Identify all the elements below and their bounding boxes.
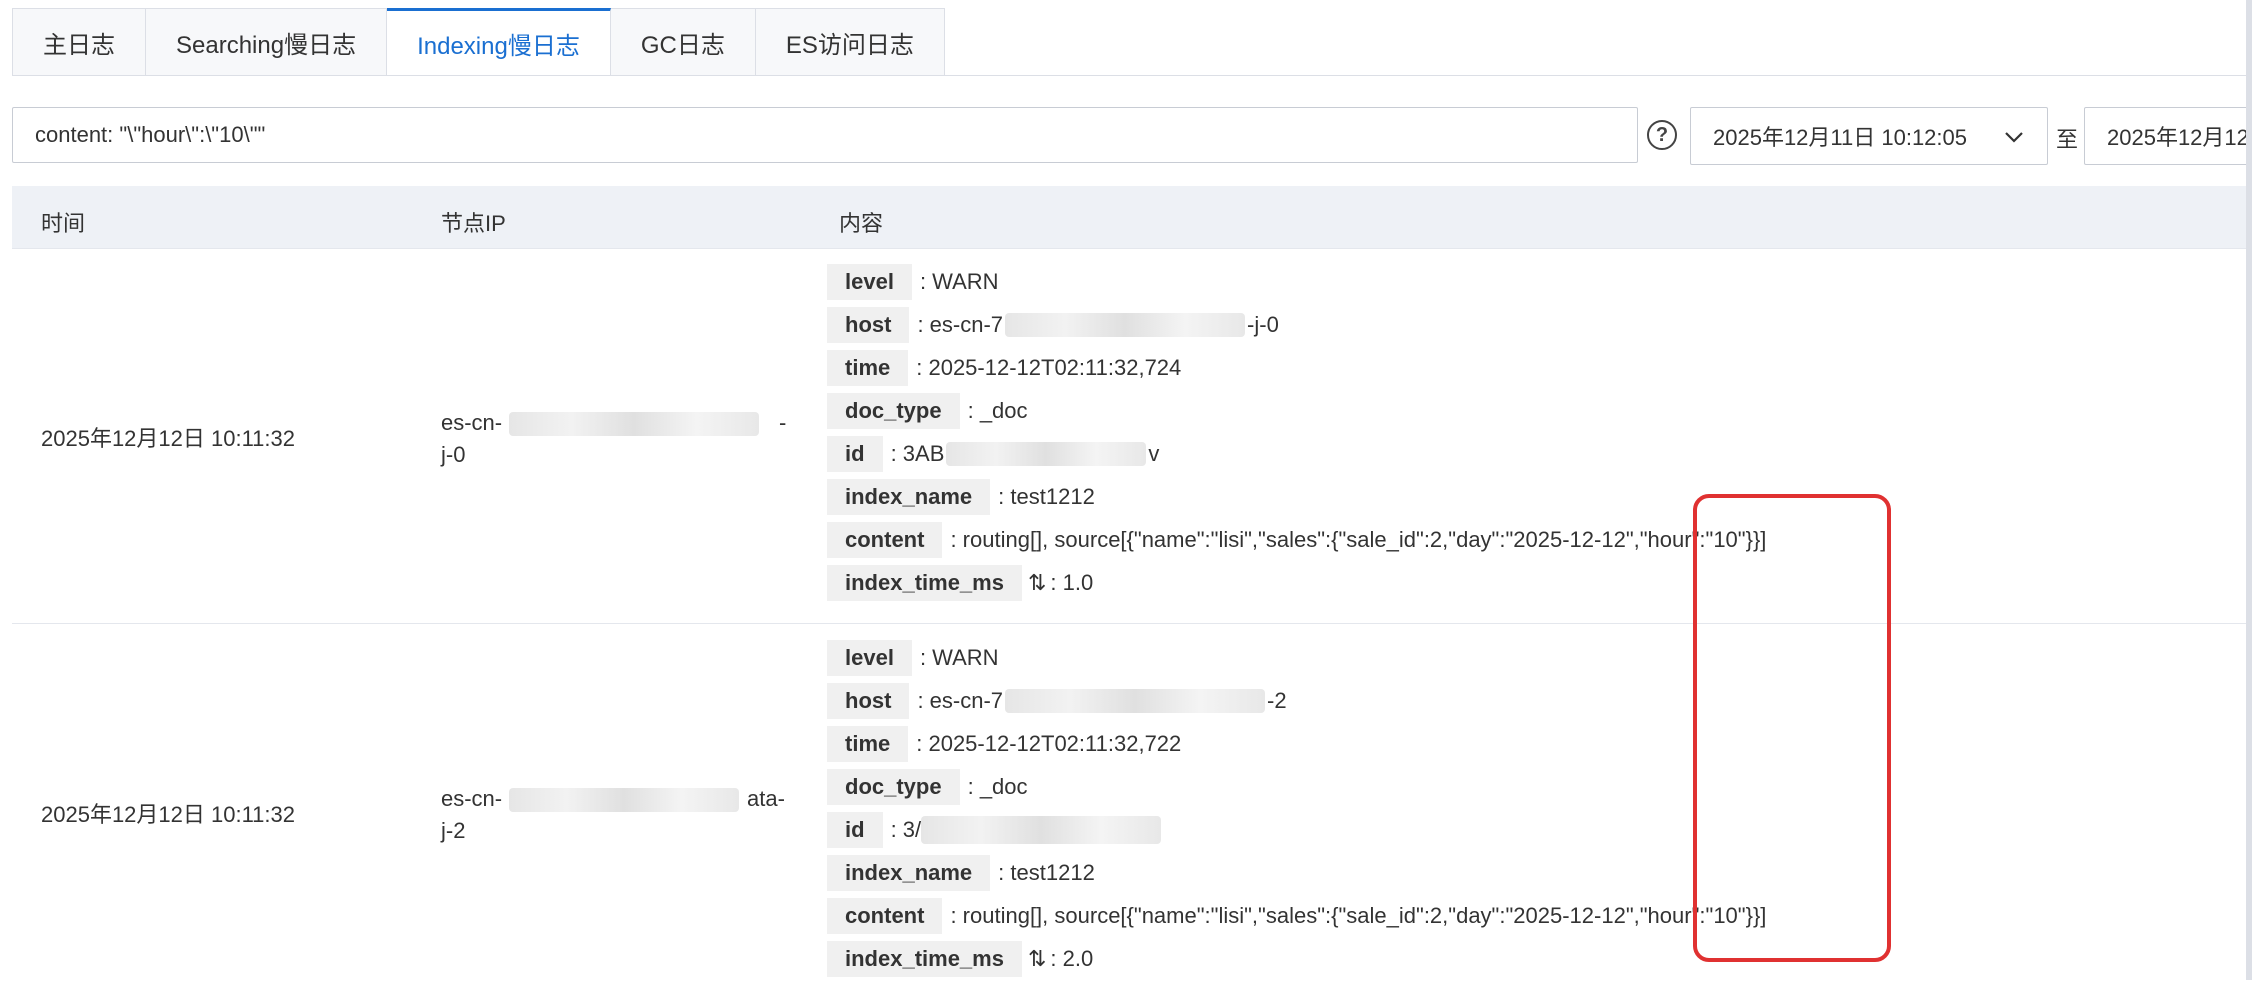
- redacted-area: [509, 412, 759, 436]
- row-node-ip: es-cn- ata- j-2: [441, 783, 801, 847]
- sort-icon[interactable]: ⇅: [1028, 946, 1046, 972]
- field-value: : routing[], source[{"name":"lisi","sale…: [950, 902, 1767, 928]
- field-index-time-ms: index_time_ms ⇅: 1.0: [827, 561, 1093, 604]
- field-key: doc_type: [827, 768, 960, 805]
- column-header-node-ip: 节点IP: [441, 211, 506, 236]
- field-value: : routing[], source[{"name":"lisi","sale…: [950, 526, 1767, 552]
- field-key: time: [827, 349, 909, 386]
- field-content: content : routing[], source[{"name":"lisi…: [827, 518, 1766, 561]
- node-ip-suffix: ata-: [747, 786, 785, 811]
- field-value: : WARN: [919, 268, 999, 294]
- tab-main-log[interactable]: 主日志: [12, 8, 146, 76]
- row-node-ip: es-cn- - j-0: [441, 407, 801, 471]
- field-key: level: [827, 263, 912, 300]
- field-key: host: [827, 682, 910, 719]
- field-value-tail: -j-0: [1247, 311, 1279, 337]
- date-range-separator: 至: [2056, 127, 2079, 152]
- redacted-area: [1005, 688, 1266, 713]
- field-value: : _doc: [967, 773, 1028, 799]
- field-level: level : WARN: [827, 260, 999, 303]
- field-key: id: [827, 811, 883, 848]
- field-key: index_name: [827, 478, 991, 515]
- table-header: 时间 节点IP 内容: [12, 186, 2252, 249]
- field-id: id : 3AB v: [827, 432, 1159, 475]
- end-date-picker[interactable]: 2025年12月12: [2084, 107, 2252, 165]
- field-value: : WARN: [919, 644, 999, 670]
- field-level: level : WARN: [827, 636, 999, 679]
- scrollbar-edge[interactable]: [2246, 0, 2252, 980]
- end-date-value: 2025年12月12: [2107, 125, 2249, 150]
- field-doc-type: doc_type : _doc: [827, 765, 1028, 808]
- tab-searching-slow-log[interactable]: Searching慢日志: [146, 8, 388, 76]
- field-value: : es-cn-7: [917, 687, 1004, 713]
- tab-gc-log[interactable]: GC日志: [610, 8, 756, 76]
- field-key: doc_type: [827, 392, 960, 429]
- field-value: : 2025-12-12T02:11:32,724: [916, 354, 1182, 380]
- field-key: time: [827, 725, 909, 762]
- row-time: 2025年12月12日 10:11:32: [41, 802, 295, 827]
- node-ip-line2: j-0: [441, 442, 466, 467]
- field-key: host: [827, 306, 910, 343]
- field-value: : test1212: [998, 483, 1095, 509]
- column-header-content: 内容: [839, 211, 884, 236]
- field-key: content: [827, 897, 943, 934]
- field-value: : 3/: [890, 816, 922, 842]
- field-index-name: index_name : test1212: [827, 475, 1095, 518]
- redacted-area: [946, 441, 1147, 466]
- start-date-value: 2025年12月11日 10:12:05: [1713, 125, 1967, 150]
- tab-es-access-log[interactable]: ES访问日志: [755, 8, 945, 76]
- field-key: content: [827, 521, 943, 558]
- redacted-area: [1005, 312, 1246, 337]
- field-id: id : 3/: [827, 808, 1162, 851]
- field-value-tail: -2: [1267, 687, 1287, 713]
- field-value: : _doc: [967, 397, 1028, 423]
- field-index-time-ms: index_time_ms ⇅: 2.0: [827, 937, 1093, 980]
- field-content: content : routing[], source[{"name":"lisi…: [827, 894, 1766, 937]
- node-ip-prefix: es-cn-: [441, 410, 503, 435]
- log-type-tabs: 主日志 Searching慢日志 Indexing慢日志 GC日志 ES访问日志: [12, 8, 945, 76]
- field-index-name: index_name : test1212: [827, 851, 1095, 894]
- field-key: index_time_ms: [827, 564, 1022, 601]
- field-key: id: [827, 435, 883, 472]
- field-time: time : 2025-12-12T02:11:32,724: [827, 346, 1181, 389]
- field-host: host : es-cn-7 -2: [827, 679, 1287, 722]
- field-key: index_name: [827, 854, 991, 891]
- field-value: : test1212: [998, 859, 1095, 885]
- field-host: host : es-cn-7 -j-0: [827, 303, 1279, 346]
- field-value: : 1.0: [1050, 569, 1094, 595]
- search-input[interactable]: [12, 107, 1638, 163]
- tab-indexing-slow-log[interactable]: Indexing慢日志: [387, 8, 611, 76]
- field-value: : 2.0: [1050, 945, 1094, 971]
- sort-icon[interactable]: ⇅: [1028, 570, 1046, 596]
- column-header-time: 时间: [41, 211, 86, 236]
- start-date-picker[interactable]: 2025年12月11日 10:12:05: [1690, 107, 2048, 165]
- node-ip-prefix: es-cn-: [441, 786, 503, 811]
- field-doc-type: doc_type : _doc: [827, 389, 1028, 432]
- node-ip-line2: j-2: [441, 818, 466, 843]
- node-ip-suffix: -: [779, 410, 787, 435]
- tabs-divider: [12, 75, 2252, 76]
- redacted-area: [509, 788, 739, 812]
- field-key: index_time_ms: [827, 940, 1022, 977]
- field-time: time : 2025-12-12T02:11:32,722: [827, 722, 1181, 765]
- chevron-down-icon: [2005, 132, 2023, 143]
- help-icon[interactable]: ?: [1647, 120, 1677, 150]
- field-value-tail: v: [1148, 440, 1160, 466]
- field-key: level: [827, 639, 912, 676]
- row-time: 2025年12月12日 10:11:32: [41, 426, 295, 451]
- field-value: : 3AB: [890, 440, 945, 466]
- field-value: : 2025-12-12T02:11:32,722: [916, 730, 1182, 756]
- redacted-area: [921, 815, 1162, 844]
- field-value: : es-cn-7: [917, 311, 1004, 337]
